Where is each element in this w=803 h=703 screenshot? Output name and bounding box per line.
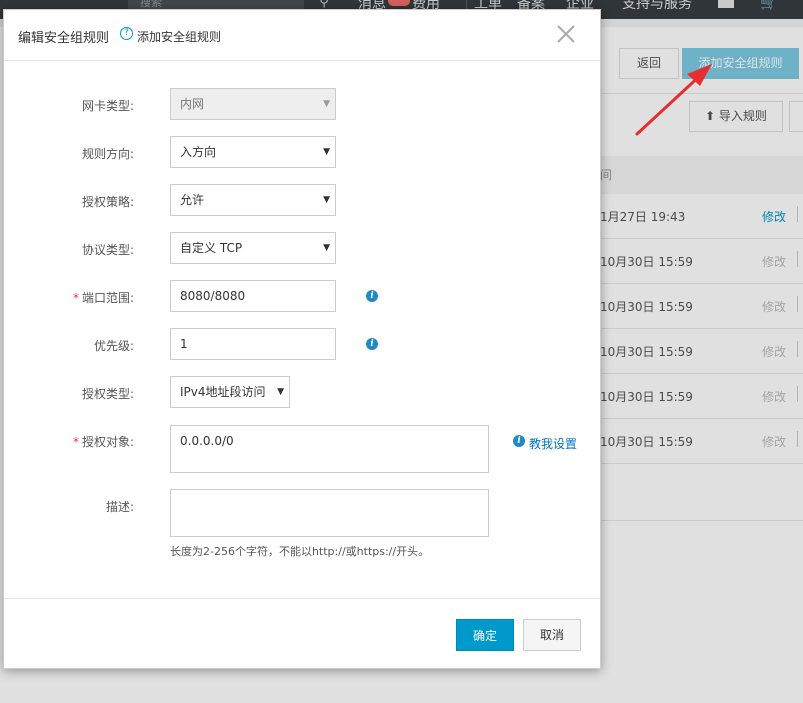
policy-label: 授权策略: — [81, 195, 134, 209]
tutorial-link[interactable]: 教我设置 — [529, 435, 577, 452]
port-range-label-text: 端口范围: — [81, 291, 134, 305]
direction-value: 入方向 — [180, 145, 217, 159]
dialog-title: 编辑安全组规则 — [18, 31, 110, 46]
priority-input[interactable]: 1 — [170, 328, 336, 360]
edit-rule-dialog: 编辑安全组规则 ? 添加安全组规则 网卡类型: 内网 ▼ 规则方向: 入方向 ▼… — [3, 9, 601, 669]
port-range-label: * 端口范围: — [72, 291, 134, 305]
protocol-label: 协议类型: — [81, 243, 134, 257]
nic-type-select: 内网 ▼ — [170, 88, 336, 120]
description-label: 描述: — [105, 500, 134, 514]
info-icon: i — [513, 435, 525, 447]
info-icon[interactable]: i — [366, 290, 378, 302]
auth-object-label-text: 授权对象: — [81, 435, 134, 449]
close-icon[interactable] — [555, 23, 577, 45]
description-textarea[interactable] — [170, 489, 489, 537]
info-icon[interactable]: i — [366, 338, 378, 350]
auth-type-label: 授权类型: — [81, 387, 134, 401]
chevron-down-icon: ▼ — [323, 195, 330, 205]
help-icon[interactable]: ? — [120, 27, 133, 40]
chevron-down-icon: ▼ — [323, 99, 330, 109]
cancel-button[interactable]: 取消 — [523, 619, 581, 651]
auth-object-label: * 授权对象: — [72, 435, 134, 449]
policy-value: 允许 — [180, 193, 205, 207]
auth-type-value: IPv4地址段访问 — [180, 385, 266, 399]
chevron-down-icon: ▼ — [277, 387, 284, 397]
port-range-input[interactable]: 8080/8080 — [170, 280, 336, 312]
direction-label: 规则方向: — [81, 147, 134, 161]
nic-type-label: 网卡类型: — [81, 99, 134, 113]
priority-value: 1 — [180, 337, 188, 351]
dialog-header: 编辑安全组规则 ? 添加安全组规则 — [4, 10, 600, 61]
policy-select[interactable]: 允许 ▼ — [170, 184, 336, 216]
confirm-button[interactable]: 确定 — [456, 619, 514, 651]
dialog-footer-divider — [4, 598, 600, 599]
chevron-down-icon: ▼ — [323, 147, 330, 157]
protocol-value: 自定义 TCP — [180, 241, 243, 255]
priority-label: 优先级: — [93, 339, 134, 353]
description-hint: 长度为2-256个字符，不能以http://或https://开头。 — [170, 545, 430, 558]
auth-object-value: 0.0.0.0/0 — [180, 434, 234, 448]
auth-type-select[interactable]: IPv4地址段访问 ▼ — [170, 376, 290, 408]
help-link[interactable]: 添加安全组规则 — [137, 28, 221, 45]
chevron-down-icon: ▼ — [323, 243, 330, 253]
nic-type-value: 内网 — [180, 97, 205, 111]
direction-select[interactable]: 入方向 ▼ — [170, 136, 336, 168]
port-range-value: 8080/8080 — [180, 289, 246, 303]
protocol-select[interactable]: 自定义 TCP ▼ — [170, 232, 336, 264]
auth-object-textarea[interactable]: 0.0.0.0/0 — [170, 425, 489, 473]
